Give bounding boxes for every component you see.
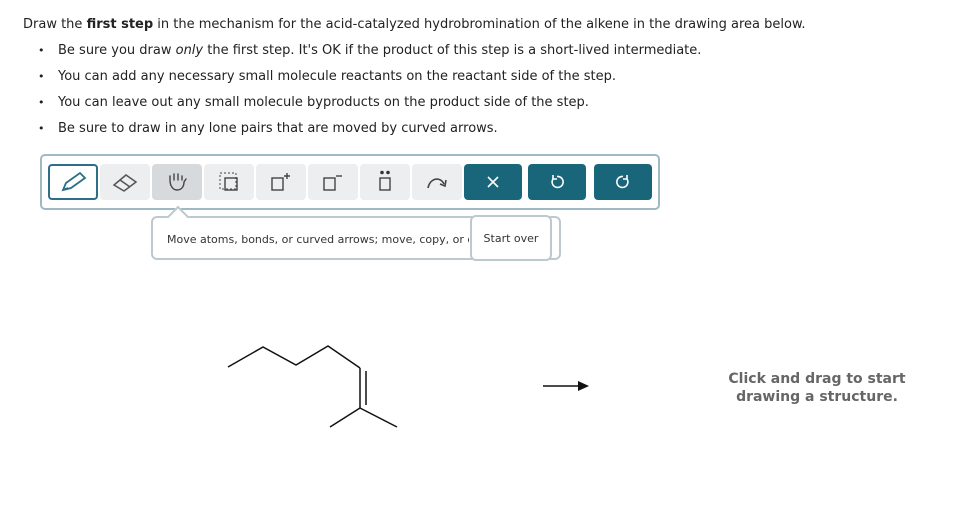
carbon-chain — [227, 345, 361, 369]
canvas-hint-line1: Click and drag to start — [728, 371, 906, 387]
start-over-button[interactable]: Start over — [470, 215, 552, 261]
prompt-emphasis: first step — [86, 17, 154, 32]
negative-charge-icon — [323, 175, 342, 191]
alkene-structure[interactable] — [220, 340, 410, 435]
redo-button[interactable] — [594, 164, 652, 200]
clear-button[interactable] — [464, 164, 522, 200]
question-prompt: Draw the first step in the mechanism for… — [23, 17, 806, 32]
canvas-hint[interactable]: Click and drag to start drawing a struct… — [722, 370, 912, 406]
start-over-label: Start over — [483, 231, 539, 245]
negative-charge-tool-button[interactable] — [308, 164, 358, 200]
move-tool-button[interactable] — [152, 164, 202, 200]
pencil-icon — [61, 171, 87, 192]
lone-pair-icon — [379, 170, 391, 191]
lone-pair-tool-button[interactable] — [360, 164, 410, 200]
hand-move-icon — [169, 173, 187, 191]
methyl-bond — [359, 407, 398, 428]
prompt-suffix: in the mechanism for the acid-catalyzed … — [153, 17, 806, 32]
drawing-toolbar — [40, 154, 660, 210]
select-copy-icon — [219, 172, 238, 191]
pencil-tool-button[interactable] — [48, 164, 98, 200]
canvas-hint-line2: drawing a structure. — [736, 389, 898, 405]
eraser-tool-button[interactable] — [100, 164, 150, 200]
reaction-arrow — [543, 381, 589, 391]
curved-arrow-tool-button[interactable] — [412, 164, 462, 200]
undo-button[interactable] — [528, 164, 586, 200]
instruction-item: Be sure to draw in any lone pairs that a… — [38, 121, 701, 147]
instruction-item: You can leave out any small molecule byp… — [38, 95, 701, 121]
tooltip-text: Move atoms, bonds, or curved arrows; mov… — [167, 233, 469, 246]
eraser-icon — [112, 174, 138, 192]
instruction-list: Be sure you draw only the first step. It… — [38, 43, 701, 147]
instruction-item: You can add any necessary small molecule… — [38, 69, 701, 95]
curved-arrow-icon — [427, 178, 447, 189]
positive-charge-icon — [271, 173, 290, 191]
positive-charge-tool-button[interactable] — [256, 164, 306, 200]
undo-icon — [551, 175, 564, 189]
clear-icon — [487, 176, 499, 188]
methyl-bond — [329, 407, 361, 428]
select-copy-tool-button[interactable] — [204, 164, 254, 200]
instruction-item: Be sure you draw only the first step. It… — [38, 43, 701, 69]
redo-icon — [616, 175, 629, 189]
prompt-prefix: Draw the — [23, 17, 87, 32]
